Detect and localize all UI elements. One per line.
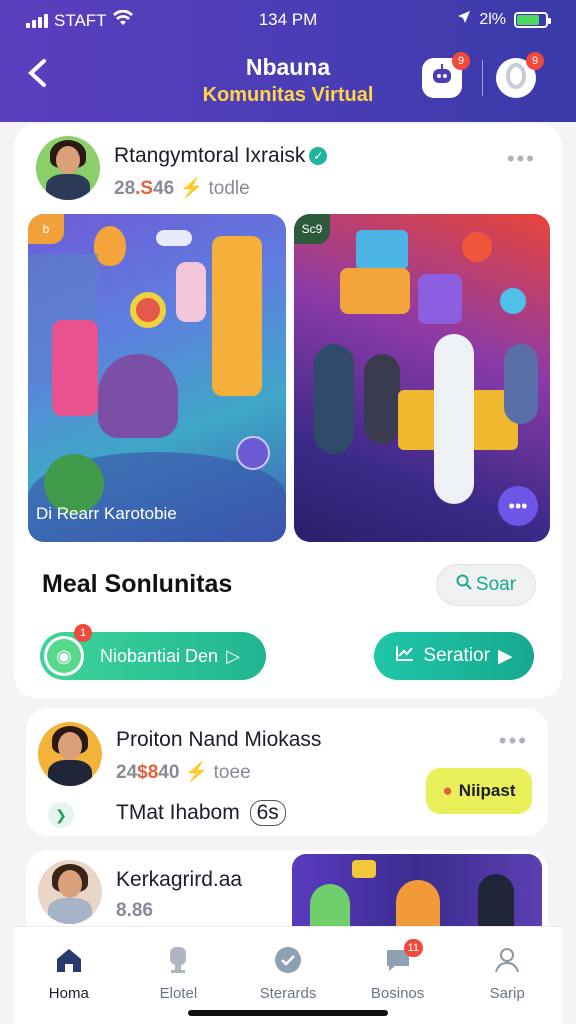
nav-item-profile[interactable]: Sarip: [457, 943, 557, 1024]
ring-icon: [504, 61, 528, 95]
author-name[interactable]: Kerkagrird.aa: [116, 868, 242, 892]
meta-label: todle: [208, 178, 250, 199]
meta-label: toee: [213, 762, 251, 783]
bot-badge: 9: [452, 52, 470, 70]
more-options-icon[interactable]: •••: [499, 728, 528, 754]
search-button[interactable]: Soar: [436, 564, 536, 606]
post-card: Rtangymtoral Ixraisk ✓ 28.S46 ⚡ todle •••…: [14, 124, 562, 698]
cloud-icon: [156, 230, 192, 246]
home-icon: [52, 943, 86, 977]
battery-percent: 2l%: [479, 10, 506, 28]
chat-bubble-icon: •••: [508, 495, 528, 516]
person-chair-1: [314, 344, 354, 454]
join-icon: ◉: [44, 636, 84, 676]
pin-icon: ●: [442, 781, 453, 800]
messages-badge: 11: [403, 939, 423, 957]
header-divider: [482, 60, 483, 96]
globe-icon: [500, 288, 526, 314]
post-image-left[interactable]: b Di Rearr Karotobie: [28, 214, 286, 542]
notifications-badge: 9: [526, 52, 544, 70]
post-meta: 28.S46 ⚡ todle: [114, 178, 250, 199]
profile-icon: [490, 943, 524, 977]
play-icon: ▷: [226, 645, 240, 666]
post-meta: 8.86: [116, 900, 153, 921]
status-bar: STAFT 134 PM 2l%: [0, 0, 576, 40]
image-caption: Di Rearr Karotobie: [36, 504, 177, 523]
nearby-badge-label: Niipast: [458, 781, 516, 800]
image-tag-right: Sc9: [294, 214, 330, 244]
phone-booth: [52, 320, 98, 416]
flame-icon: ⚡: [179, 178, 204, 199]
join-button[interactable]: ◉ 1 Niobantiai Den ▷: [40, 624, 266, 680]
rocket-icon: [462, 232, 492, 262]
chart-icon: [236, 436, 270, 470]
page-title: Nbauna: [245, 54, 331, 80]
target-icon: [130, 292, 166, 328]
tablet-shape: [418, 274, 462, 324]
bot-icon: [429, 62, 455, 94]
stats-button[interactable]: Seratior ▶: [374, 632, 534, 680]
flame-icon: ⚡: [184, 762, 209, 783]
more-options-icon[interactable]: •••: [507, 146, 536, 172]
arcade-machine: [212, 236, 262, 396]
notifications-button[interactable]: 9: [496, 52, 544, 98]
author-name[interactable]: Proiton Nand Miokass: [116, 728, 321, 752]
tag-line: TMat Ihabom 6s: [116, 800, 286, 826]
avatar[interactable]: [38, 722, 102, 786]
play-icon: ▶: [497, 645, 513, 667]
nav-item-home[interactable]: Homa: [19, 943, 119, 1024]
battery-icon: [514, 11, 551, 28]
section-title: Meal Sonlunitas: [42, 570, 233, 598]
home-indicator: [188, 1010, 388, 1016]
page-subtitle: Komunitas Virtual: [202, 84, 374, 106]
avatar[interactable]: [38, 860, 102, 924]
post-meta: 24$840 ⚡ toee: [116, 762, 251, 783]
person-sitting: [98, 354, 178, 438]
balloon-icon: [94, 226, 126, 266]
console-shape: [340, 268, 410, 314]
person-standing: [176, 262, 206, 322]
join-label: Niobantiai Den: [100, 645, 219, 666]
leaf-icon: ❯: [48, 802, 74, 828]
author-name[interactable]: Rtangymtoral Ixraisk: [114, 144, 305, 167]
chat-bubble-button[interactable]: •••: [498, 486, 538, 526]
search-icon: [456, 574, 472, 596]
verified-icon: ✓: [309, 147, 328, 165]
location-icon: [457, 10, 471, 29]
post-image-right[interactable]: Sc9 •••: [294, 214, 550, 542]
join-badge: 1: [74, 624, 92, 642]
person-standing-right: [504, 344, 538, 424]
post-card: Proiton Nand Miokass 24$840 ⚡ toee ••• ❯…: [26, 708, 548, 836]
image-tag: b: [28, 214, 64, 244]
bot-button[interactable]: 9: [422, 52, 470, 98]
trophy-icon: [161, 943, 195, 977]
tag-suffix: 6s: [249, 800, 286, 826]
nearby-badge-button[interactable]: ● Niipast: [426, 768, 532, 814]
badge-icon: [271, 943, 305, 977]
person-jumping: [434, 334, 474, 504]
stats-label: Seratior: [423, 645, 490, 666]
search-label: Soar: [475, 574, 517, 595]
app-header: STAFT 134 PM 2l% Nbauna Komunitas Virtua…: [0, 0, 576, 122]
screen-shape: [356, 230, 408, 270]
avatar[interactable]: [36, 136, 100, 200]
person-chair-2: [364, 354, 400, 444]
chart-line-icon: [395, 644, 415, 668]
screen-shape: [352, 860, 376, 878]
